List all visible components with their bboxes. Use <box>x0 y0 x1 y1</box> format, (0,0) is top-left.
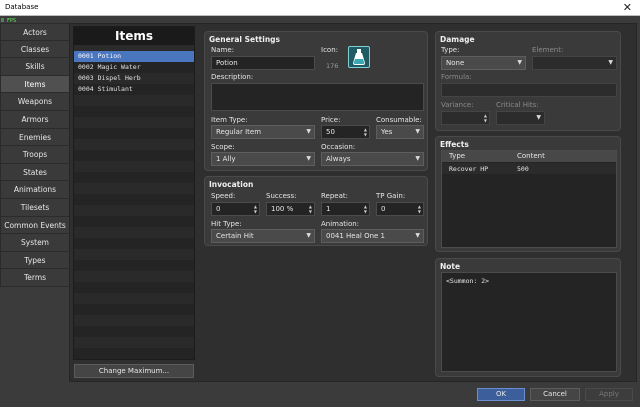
success-stepper[interactable]: 100 % ▲ ▼ <box>266 202 315 216</box>
potion-icon[interactable] <box>348 46 370 68</box>
group-title: General Settings <box>209 35 281 44</box>
name-label: Name: <box>211 46 235 54</box>
description-field[interactable] <box>211 83 424 111</box>
chevron-down-icon: ▼ <box>536 114 541 121</box>
stepper-arrows-icon[interactable]: ▲ ▼ <box>418 204 421 214</box>
note-textarea[interactable]: <Summon: 2> <box>441 272 617 372</box>
tp-gain-stepper[interactable]: 0 ▲ ▼ <box>376 202 424 216</box>
group-title: Invocation <box>209 180 254 189</box>
effects-table[interactable]: Type Content Recover HP 500 <box>441 150 617 248</box>
animation-select[interactable]: 0041 Heal One 1 ▼ <box>321 229 424 243</box>
name-field[interactable]: Potion <box>211 56 315 70</box>
list-header: Items <box>74 27 194 45</box>
stepper-arrows-icon[interactable]: ▲ ▼ <box>484 113 487 123</box>
repeat-label: Repeat: <box>321 192 348 200</box>
list-item[interactable]: 0001 Potion <box>74 51 194 62</box>
chevron-down-icon: ▼ <box>415 128 420 135</box>
variance-stepper[interactable]: ▲ ▼ <box>441 111 490 125</box>
speed-stepper[interactable]: 0 ▲ ▼ <box>211 202 260 216</box>
chevron-down-icon: ▼ <box>415 232 420 239</box>
formula-label: Formula: <box>441 73 472 81</box>
hit-type-select[interactable]: Certain Hit ▼ <box>211 229 315 243</box>
ok-button[interactable]: OK <box>477 388 525 401</box>
speed-label: Speed: <box>211 192 236 200</box>
consumable-select[interactable]: Yes ▼ <box>376 125 424 139</box>
tab-armors[interactable]: Armors <box>0 110 70 129</box>
tab-enemies[interactable]: Enemies <box>0 128 70 147</box>
variance-label: Variance: <box>441 101 474 109</box>
icon-number: 176 <box>326 62 339 70</box>
tab-terms[interactable]: Terms <box>0 269 70 287</box>
group-title: Note <box>440 262 461 271</box>
critical-hits-select[interactable]: ▼ <box>496 111 545 125</box>
scope-label: Scope: <box>211 143 235 151</box>
icon-label: Icon: <box>321 46 338 54</box>
tp-gain-label: TP Gain: <box>376 192 406 200</box>
chevron-down-icon: ▼ <box>415 155 420 162</box>
tab-types[interactable]: Types <box>0 251 70 270</box>
list-item[interactable]: 0002 Magic Water <box>74 62 194 73</box>
chevron-down-icon: ▼ <box>306 128 311 135</box>
tab-skills[interactable]: Skills <box>0 58 70 76</box>
damage-type-label: Type: <box>441 46 460 54</box>
tab-common-events[interactable]: Common Events <box>0 216 70 235</box>
tab-actors[interactable]: Actors <box>0 23 70 41</box>
list-item[interactable]: 0003 Dispel Herb <box>74 73 194 84</box>
tab-classes[interactable]: Classes <box>0 40 70 59</box>
effect-content: 500 <box>517 165 529 173</box>
occasion-label: Occasion: <box>321 143 356 151</box>
occasion-select[interactable]: Always ▼ <box>321 152 424 166</box>
hit-type-label: Hit Type: <box>211 220 242 228</box>
stepper-arrows-icon[interactable]: ▲ ▼ <box>364 204 367 214</box>
column-header-content: Content <box>517 152 545 160</box>
tab-items[interactable]: Items <box>0 75 70 94</box>
table-row[interactable]: Recover HP 500 <box>442 163 616 174</box>
tab-animations[interactable]: Animations <box>0 181 70 199</box>
category-tabs: Actors Classes Skills Items Weapons Armo… <box>0 23 70 287</box>
success-label: Success: <box>266 192 297 200</box>
column-header-type: Type <box>449 152 466 160</box>
element-label: Element: <box>532 46 564 54</box>
title-bar: Database ✕ <box>0 0 640 16</box>
chevron-down-icon: ▼ <box>306 155 311 162</box>
stepper-arrows-icon[interactable]: ▲ ▼ <box>254 204 257 214</box>
tab-system[interactable]: System <box>0 234 70 252</box>
window-title: Database <box>5 3 39 11</box>
damage-type-select[interactable]: None ▼ <box>441 56 526 70</box>
description-label: Description: <box>211 73 254 81</box>
tab-troops[interactable]: Troops <box>0 146 70 164</box>
price-stepper[interactable]: 50 ▲ ▼ <box>321 125 370 139</box>
consumable-label: Consumable: <box>376 116 422 124</box>
animation-label: Animation: <box>321 220 360 228</box>
item-type-select[interactable]: Regular Item ▼ <box>211 125 315 139</box>
formula-field[interactable] <box>441 83 617 97</box>
chevron-down-icon: ▼ <box>306 232 311 239</box>
price-label: Price: <box>321 116 341 124</box>
tab-states[interactable]: States <box>0 163 70 182</box>
close-icon[interactable]: ✕ <box>623 1 632 14</box>
scope-select[interactable]: 1 Ally ▼ <box>211 152 315 166</box>
item-type-label: Item Type: <box>211 116 248 124</box>
chevron-down-icon: ▼ <box>608 59 613 66</box>
stepper-arrows-icon[interactable]: ▲ ▼ <box>309 204 312 214</box>
apply-button[interactable]: Apply <box>585 388 633 401</box>
group-title: Damage <box>440 35 475 44</box>
chevron-down-icon: ▼ <box>517 59 522 66</box>
element-select[interactable]: ▼ <box>532 56 617 70</box>
repeat-stepper[interactable]: 1 ▲ ▼ <box>321 202 370 216</box>
list-item[interactable]: 0004 Stimulant <box>74 84 194 95</box>
tab-weapons[interactable]: Weapons <box>0 93 70 111</box>
tab-tilesets[interactable]: Tilesets <box>0 198 70 217</box>
stepper-arrows-icon[interactable]: ▲ ▼ <box>364 127 367 137</box>
critical-hits-label: Critical Hits: <box>496 101 539 109</box>
effect-type: Recover HP <box>449 165 489 173</box>
cancel-button[interactable]: Cancel <box>530 388 580 401</box>
item-list[interactable]: 0001 Potion 0002 Magic Water 0003 Dispel… <box>74 51 194 359</box>
change-maximum-button[interactable]: Change Maximum... <box>74 364 194 378</box>
group-title: Effects <box>440 140 469 149</box>
table-header: Type Content <box>442 151 616 162</box>
